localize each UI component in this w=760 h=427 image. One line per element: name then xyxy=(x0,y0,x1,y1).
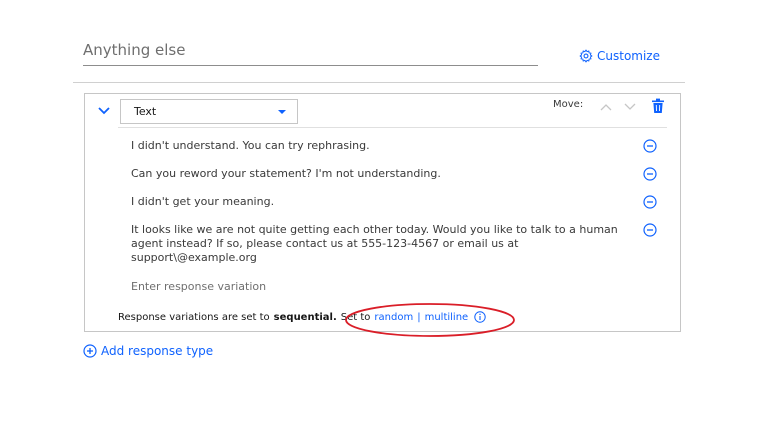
chevron-down-icon[interactable] xyxy=(97,105,111,117)
customize-button[interactable]: Customize xyxy=(579,47,660,65)
caret-down-icon xyxy=(278,110,286,114)
plus-circle-icon xyxy=(83,344,97,358)
customize-label: Customize xyxy=(597,49,660,63)
minus-circle-icon[interactable] xyxy=(643,223,657,237)
add-response-type-button[interactable]: Add response type xyxy=(83,344,213,358)
divider xyxy=(118,127,667,128)
variation-mode-value: sequential. xyxy=(273,311,337,323)
minus-circle-icon[interactable] xyxy=(643,139,657,153)
response-type-select[interactable]: Text xyxy=(120,99,298,124)
response-variation[interactable]: Can you reword your statement? I'm not u… xyxy=(131,167,631,181)
divider xyxy=(73,82,685,83)
highlight-ellipse xyxy=(345,303,515,337)
response-type-value: Text xyxy=(134,105,157,118)
response-variation[interactable]: I didn't get your meaning. xyxy=(131,195,631,209)
move-label: Move: xyxy=(553,99,584,110)
response-card xyxy=(84,93,681,332)
variation-mode-prefix: Response variations are set to xyxy=(118,311,270,323)
add-response-type-label: Add response type xyxy=(101,344,214,358)
response-variation[interactable]: I didn't understand. You can try rephras… xyxy=(131,139,631,153)
chevron-up-icon[interactable] xyxy=(600,103,612,111)
node-title-field[interactable]: Anything else xyxy=(83,38,538,66)
chevron-down-icon[interactable] xyxy=(624,103,636,111)
new-variation-input[interactable] xyxy=(131,278,611,294)
minus-circle-icon[interactable] xyxy=(643,195,657,209)
trash-icon[interactable] xyxy=(651,98,665,114)
node-title: Anything else xyxy=(83,41,186,59)
minus-circle-icon[interactable] xyxy=(643,167,657,181)
gear-icon xyxy=(579,49,593,63)
response-variation[interactable]: It looks like we are not quite getting e… xyxy=(131,223,631,265)
